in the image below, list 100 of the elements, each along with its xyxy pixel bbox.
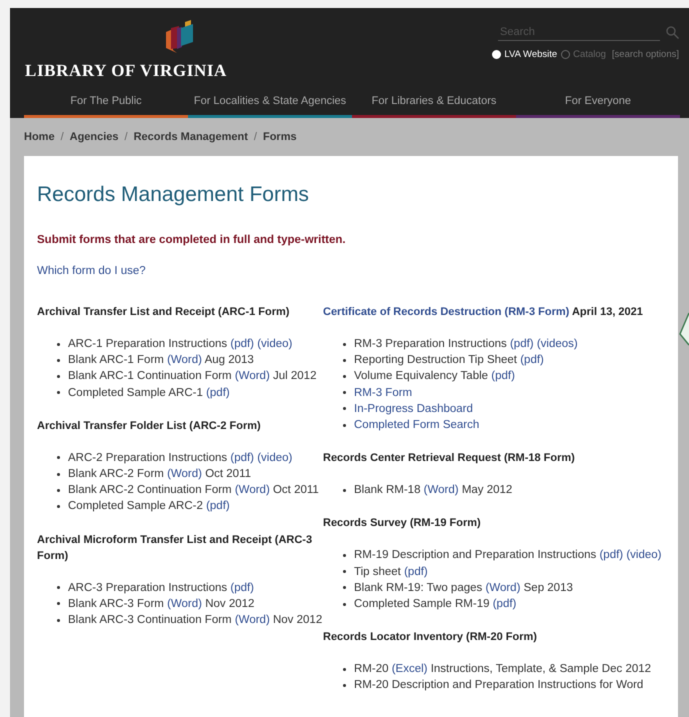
link[interactable]: (pdf) — [491, 370, 515, 382]
link[interactable]: (pdf) — [510, 338, 534, 350]
item-text: ARC-1 Preparation Instructions — [68, 338, 228, 350]
link[interactable]: RM-3 Form — [354, 386, 412, 399]
link[interactable]: (Excel) — [392, 663, 428, 676]
bullet-icon — [343, 684, 346, 688]
section-heading: Records Center Retrieval Request (RM-18 Form) — [323, 452, 575, 464]
breadcrumb-link[interactable]: Records Management — [134, 131, 248, 143]
help-link[interactable]: Which form do I use? — [37, 265, 146, 277]
item-text: Completed Sample ARC-1 — [68, 386, 203, 399]
item-text: RM-20 Description and Preparation Instructions for Word — [354, 679, 644, 692]
breadcrumb-link[interactable]: Agencies — [70, 131, 119, 143]
bullet-icon — [57, 342, 60, 346]
item-text: Oct 2011 — [205, 468, 252, 480]
bullet-icon — [57, 456, 60, 460]
bullet-icon — [57, 488, 60, 492]
bullet-icon — [343, 375, 346, 378]
section-heading: Archival Transfer Folder List (ARC-2 Form) — [37, 420, 261, 432]
link[interactable]: (Word) — [485, 582, 520, 594]
item-text: Blank RM-19: Two pages — [354, 582, 482, 594]
item-text: Jul 2012 — [272, 370, 316, 382]
link[interactable]: Certificate of Records Destruction (RM-3 Form) — [323, 306, 570, 318]
item-text: Completed Sample ARC-2 — [68, 500, 203, 512]
breadcrumb-separator: / — [60, 131, 64, 143]
link[interactable]: (Word) — [234, 484, 270, 496]
bullet-icon — [343, 570, 346, 574]
bullet-icon — [343, 586, 346, 590]
item-text: Nov 2012 — [272, 614, 322, 626]
bullet-icon — [343, 602, 346, 606]
item-text: RM-3 Preparation Instructions — [354, 338, 507, 350]
link[interactable]: (pdf) — [230, 452, 254, 464]
item-text: Blank ARC-1 Continuation Form — [68, 370, 232, 382]
item-text: ARC-3 Preparation Instructions — [68, 582, 228, 594]
bullet-icon — [57, 375, 60, 378]
link[interactable]: (Word) — [167, 598, 202, 610]
item-text: Tip sheet — [354, 566, 401, 578]
link[interactable]: In-Progress Dashboard — [354, 402, 473, 415]
item-text: Blank ARC-1 Form — [68, 354, 164, 366]
link[interactable]: (pdf) — [230, 582, 254, 594]
search-icon[interactable] — [666, 26, 679, 39]
item-text: Completed Sample RM-19 — [354, 598, 490, 610]
bullet-icon — [57, 505, 60, 508]
link[interactable]: (pdf) — [492, 598, 516, 610]
link[interactable]: (Word) — [167, 468, 202, 480]
search-options-link[interactable]: [search options] — [612, 49, 679, 60]
link[interactable]: (pdf) — [520, 354, 544, 366]
notice-text: Submit forms that are completed in full and type-written. — [37, 234, 347, 246]
link[interactable]: (pdf) — [599, 549, 624, 562]
site-logo-text[interactable]: LIBRARY OF VIRGINIA — [25, 61, 227, 81]
section-heading: Archival Transfer List and Receipt (ARC-1 Form) — [37, 306, 290, 318]
item-text: May 2012 — [462, 484, 512, 496]
link[interactable]: (Word) — [234, 614, 270, 626]
link[interactable]: (video) — [257, 452, 292, 464]
item-text: Blank ARC-3 Form — [68, 598, 164, 610]
bullet-icon — [343, 391, 346, 394]
link[interactable]: (pdf) — [230, 338, 254, 350]
bullet-icon — [57, 618, 60, 622]
link[interactable]: (pdf) — [404, 566, 428, 578]
bullet-icon — [57, 586, 60, 590]
section-heading: Records Survey (RM-19 Form) — [323, 517, 481, 530]
bullet-icon — [343, 358, 346, 362]
section-heading: April 13, 2021 — [572, 306, 643, 318]
link[interactable]: (Word) — [234, 370, 270, 382]
book-logo-icon — [165, 20, 195, 54]
item-text: RM-19 Description and Preparation Instructions — [354, 549, 596, 562]
breadcrumb-link[interactable]: Home — [24, 131, 55, 143]
triangle-icon — [679, 312, 689, 346]
link[interactable]: (video) — [257, 338, 292, 350]
bullet-icon — [57, 472, 60, 476]
item-text: Blank ARC-2 Continuation Form — [68, 484, 232, 496]
bullet-icon — [57, 602, 60, 606]
bullet-icon — [343, 342, 346, 346]
item-text: Blank RM-18 — [354, 484, 420, 496]
bullet-icon — [343, 668, 346, 671]
item-text: RM-20 — [354, 663, 389, 676]
link[interactable]: (Word) — [167, 354, 202, 366]
item-text: Oct 2011 — [272, 484, 319, 496]
item-text: Reporting Destruction Tip Sheet — [354, 354, 518, 366]
bullet-icon — [343, 554, 346, 558]
item-text: Aug 2013 — [204, 354, 254, 366]
link[interactable]: (Word) — [424, 484, 459, 496]
bullet-icon — [343, 407, 346, 410]
breadcrumb-separator: / — [254, 131, 257, 143]
scope-radio[interactable]: LVA Website — [492, 49, 558, 60]
bullet-icon — [57, 391, 60, 394]
link[interactable]: (video) — [626, 549, 662, 562]
item-text: Nov 2012 — [205, 598, 254, 610]
breadcrumb-separator: / — [124, 131, 128, 143]
section-heading: Records Locator Inventory (RM-20 Form) — [323, 631, 537, 644]
section-heading: Archival Microform Transfer List and Receipt (ARC-3 Form) — [37, 534, 312, 562]
item-text: Volume Equivalency Table — [354, 370, 488, 382]
item-text: Blank ARC-2 Form — [68, 468, 164, 480]
link[interactable]: Completed Form Search — [354, 419, 480, 432]
item-text: ARC-2 Preparation Instructions — [68, 452, 228, 464]
link[interactable]: (videos) — [536, 338, 578, 350]
breadcrumb-link[interactable]: Forms — [262, 131, 297, 143]
link[interactable]: (pdf) — [206, 500, 230, 512]
item-text: Sep 2013 — [524, 582, 573, 594]
page-title: Records Management Forms — [37, 183, 310, 207]
link[interactable]: (pdf) — [206, 386, 230, 399]
